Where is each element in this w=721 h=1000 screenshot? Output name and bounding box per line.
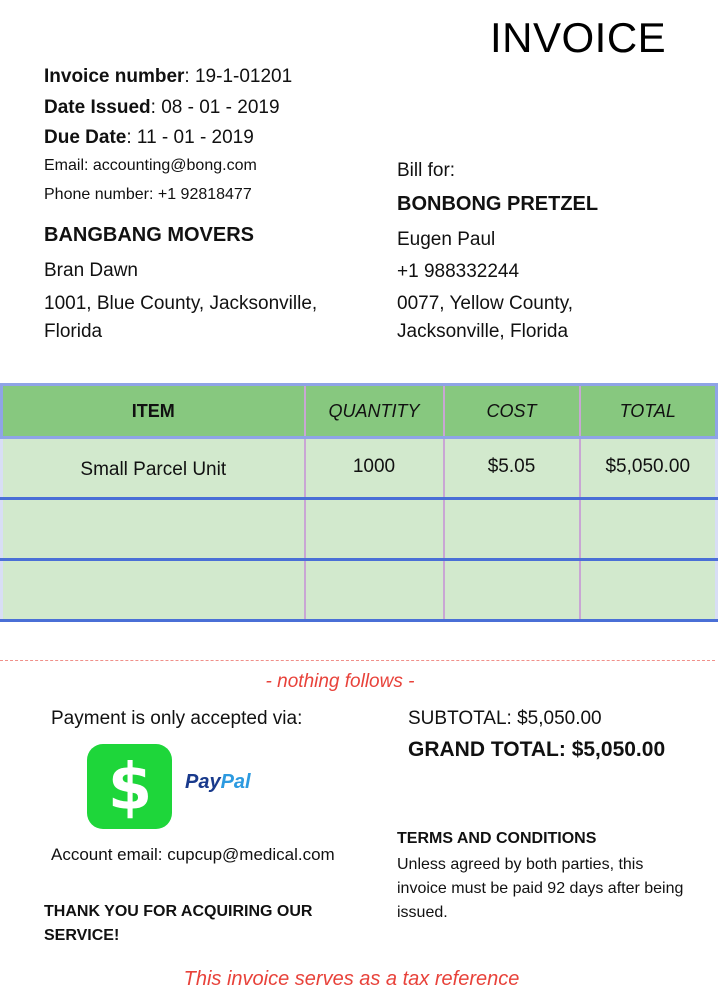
cell-quantity: 1000 bbox=[303, 437, 445, 500]
terms-text: Unless agreed by both parties, this invo… bbox=[397, 856, 684, 921]
header-cost: COST bbox=[442, 383, 581, 439]
paypal-logo-pal: Pal bbox=[220, 771, 251, 793]
subtotal: SUBTOTAL: $5,050.00 bbox=[408, 708, 602, 729]
table-row bbox=[0, 559, 718, 622]
nothing-follows-note: - nothing follows - bbox=[265, 671, 415, 692]
date-issued: Date Issued: 08 - 01 - 2019 bbox=[44, 93, 280, 123]
header-item: ITEM bbox=[0, 383, 306, 439]
payment-label: Payment is only accepted via: bbox=[51, 708, 303, 729]
invoice-title: INVOICE bbox=[490, 14, 667, 61]
line-items-table: ITEM QUANTITY COST TOTAL Small Parcel Un… bbox=[0, 383, 718, 622]
sender-address-line2: Florida bbox=[44, 321, 103, 342]
header-quantity: QUANTITY bbox=[303, 383, 445, 439]
table-row bbox=[0, 498, 718, 561]
due-date-label: Due Date bbox=[44, 127, 127, 148]
cell-total bbox=[578, 498, 718, 561]
cell-item: Small Parcel Unit bbox=[0, 437, 306, 500]
cell-cost bbox=[442, 498, 581, 561]
invoice-number-value: : 19-1-01201 bbox=[184, 66, 293, 87]
invoice-number: Invoice number: 19-1-01201 bbox=[44, 62, 292, 92]
terms-heading: TERMS AND CONDITIONS bbox=[397, 830, 597, 847]
client-company: BONBONG PRETZEL bbox=[397, 193, 599, 215]
cell-total: $5,050.00 bbox=[578, 437, 718, 500]
cell-cost bbox=[442, 559, 581, 622]
sender-email: Email: accounting@bong.com bbox=[44, 157, 257, 174]
dashed-divider bbox=[0, 660, 715, 661]
thank-you-note: THANK YOU FOR ACQUIRING OUR SERVICE! bbox=[44, 903, 313, 944]
client-contact: Eugen Paul bbox=[397, 229, 496, 250]
bill-for-label: Bill for: bbox=[397, 160, 456, 181]
sender-company: BANGBANG MOVERS bbox=[44, 224, 255, 246]
grand-total: GRAND TOTAL: $5,050.00 bbox=[408, 738, 666, 761]
tax-reference-note: This invoice serves as a tax reference bbox=[183, 968, 520, 990]
cell-quantity bbox=[303, 498, 445, 561]
cell-quantity bbox=[303, 559, 445, 622]
cell-item bbox=[0, 559, 306, 622]
cell-item bbox=[0, 498, 306, 561]
sender-contact: Bran Dawn bbox=[44, 260, 138, 281]
sender-phone: Phone number: +1 92818477 bbox=[44, 186, 252, 203]
header-total: TOTAL bbox=[578, 383, 718, 439]
table-row: Small Parcel Unit 1000 $5.05 $5,050.00 bbox=[0, 437, 718, 500]
svg-text:$: $ bbox=[107, 754, 152, 820]
client-address-line2: Jacksonville, Florida bbox=[397, 321, 569, 342]
due-date: Due Date: 11 - 01 - 2019 bbox=[44, 123, 254, 153]
account-email: Account email: cupcup@medical.com bbox=[51, 845, 335, 864]
client-address-line1: 0077, Yellow County, bbox=[397, 293, 574, 314]
date-issued-label: Date Issued bbox=[44, 97, 151, 118]
invoice-number-label: Invoice number bbox=[44, 66, 185, 87]
client-phone: +1 988332244 bbox=[397, 261, 520, 282]
sender-address-line1: 1001, Blue County, Jacksonville, bbox=[44, 293, 318, 314]
cell-cost: $5.05 bbox=[442, 437, 581, 500]
date-issued-value: : 08 - 01 - 2019 bbox=[150, 97, 280, 118]
cash-app-dollar-icon: $ bbox=[87, 744, 172, 829]
paypal-logo-pay: Pay bbox=[185, 771, 221, 793]
table-header-row: ITEM QUANTITY COST TOTAL bbox=[0, 383, 718, 439]
due-date-value: : 11 - 01 - 2019 bbox=[126, 127, 254, 148]
paypal-logo: PayPal bbox=[185, 771, 251, 794]
cell-total bbox=[578, 559, 718, 622]
